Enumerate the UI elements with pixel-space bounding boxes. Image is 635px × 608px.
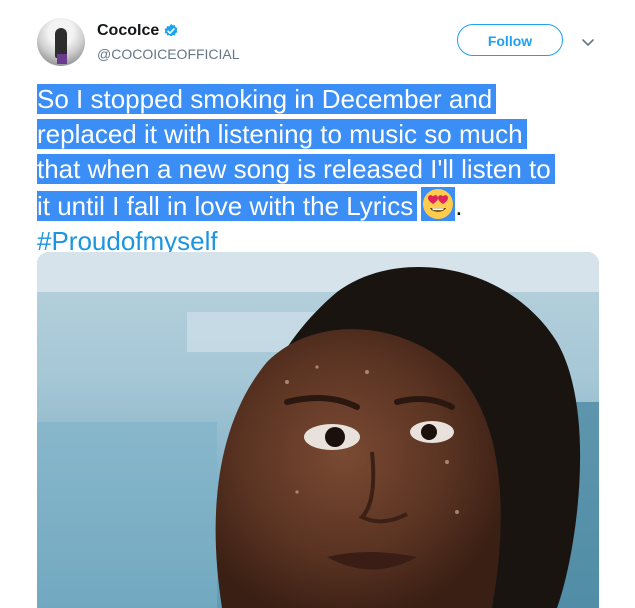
tweet-text-line: it until I fall in love with the Lyrics … [37, 187, 617, 224]
tweet-text-segment: it until I fall in love with the Lyrics [37, 191, 418, 221]
chevron-down-icon[interactable] [580, 36, 596, 50]
display-name[interactable]: CocoIce [97, 22, 159, 40]
avatar[interactable] [37, 18, 85, 66]
tweet-text-segment: replaced it with listening to music so m… [37, 119, 527, 149]
author-name-row[interactable]: CocoIce [97, 22, 179, 40]
tweet-text-segment: that when a new song is released I'll li… [37, 154, 555, 184]
tweet-text-line: replaced it with listening to music so m… [37, 117, 617, 152]
tweet-text: So I stopped smoking in December and rep… [37, 82, 617, 259]
tweet-text-line: that when a new song is released I'll li… [37, 152, 617, 187]
heart-eyes-emoji-icon [421, 187, 456, 221]
author-handle[interactable]: @COCOICEOFFICIAL [97, 46, 240, 62]
follow-button[interactable]: Follow [457, 24, 563, 56]
tweet-photo[interactable] [37, 252, 599, 608]
verified-badge-icon [164, 24, 178, 37]
tweet-text-segment: So I stopped smoking in December and [37, 84, 497, 114]
portrait-photo-image [37, 252, 599, 608]
tweet-text-line: So I stopped smoking in December and [37, 82, 617, 117]
tweet-text-period: . [455, 191, 463, 221]
tweet: CocoIce @COCOICEOFFICIAL Follow So I sto… [0, 0, 635, 608]
avatar-figure-legs [57, 54, 67, 64]
